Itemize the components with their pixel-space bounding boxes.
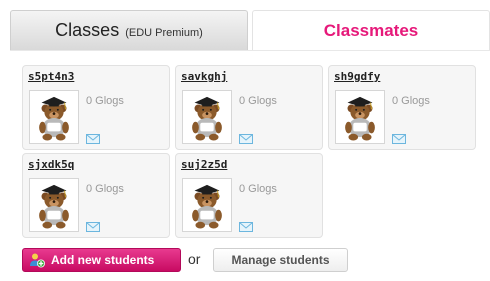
tab-classmates-label: Classmates xyxy=(323,20,419,40)
bear-graduate-icon xyxy=(182,178,232,232)
student-card: sjxdk5q 0 Glogs xyxy=(22,153,170,238)
tab-bar: Classes (EDU Premium) Classmates xyxy=(10,10,490,50)
add-user-icon xyxy=(30,253,45,268)
tab-classmates[interactable]: Classmates xyxy=(252,10,490,50)
student-username[interactable]: s5pt4n3 xyxy=(28,70,74,83)
mail-icon[interactable] xyxy=(86,222,100,232)
mail-icon[interactable] xyxy=(239,134,253,144)
glogs-count: 0 Glogs xyxy=(392,95,430,107)
tab-classes-sublabel: (EDU Premium) xyxy=(125,27,203,39)
mail-icon[interactable] xyxy=(392,134,406,144)
student-card: s5pt4n3 0 Glogs xyxy=(22,65,170,150)
bear-graduate-icon xyxy=(29,90,79,144)
manage-students-label: Manage students xyxy=(231,253,330,267)
glogs-count: 0 Glogs xyxy=(239,95,277,107)
bear-graduate-icon xyxy=(335,90,385,144)
glogs-count: 0 Glogs xyxy=(239,183,277,195)
student-username[interactable]: suj2z5d xyxy=(181,158,227,171)
student-card: suj2z5d 0 Glogs xyxy=(175,153,323,238)
bear-graduate-icon xyxy=(182,90,232,144)
mail-icon[interactable] xyxy=(239,222,253,232)
mail-icon[interactable] xyxy=(86,134,100,144)
bear-graduate-icon xyxy=(29,178,79,232)
action-bar: Add new students or Manage students xyxy=(22,248,490,272)
or-text: or xyxy=(188,251,201,267)
student-username[interactable]: sjxdk5q xyxy=(28,158,74,171)
student-username[interactable]: savkghj xyxy=(181,70,227,83)
student-card: sh9gdfy 0 Glogs xyxy=(328,65,476,150)
tab-classes-label: Classes xyxy=(55,20,120,40)
student-card: savkghj 0 Glogs xyxy=(175,65,323,150)
add-new-students-label: Add new students xyxy=(51,253,155,267)
tab-classes[interactable]: Classes (EDU Premium) xyxy=(10,10,248,50)
manage-students-button[interactable]: Manage students xyxy=(213,248,348,272)
glogs-count: 0 Glogs xyxy=(86,183,124,195)
glogs-count: 0 Glogs xyxy=(86,95,124,107)
add-new-students-button[interactable]: Add new students xyxy=(22,248,181,272)
student-username[interactable]: sh9gdfy xyxy=(334,70,380,83)
